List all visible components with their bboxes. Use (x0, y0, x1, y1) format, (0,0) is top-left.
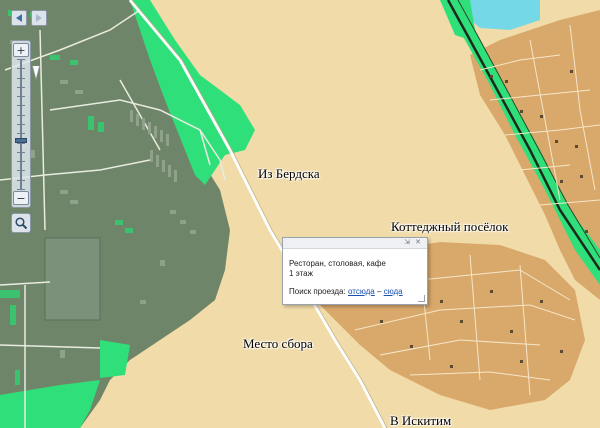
zoom-tick (17, 143, 25, 144)
zoom-tick (17, 180, 25, 181)
zoom-tick (17, 133, 25, 134)
field (44, 237, 101, 321)
route-separator: – (377, 287, 382, 296)
zoom-tick (17, 124, 25, 125)
pan-right-button[interactable] (31, 10, 47, 26)
zoom-tick (17, 115, 25, 116)
zoom-in-button[interactable]: + (13, 43, 29, 57)
magnifier-button[interactable] (11, 213, 31, 233)
route-from-here-link[interactable]: отсюда (348, 287, 375, 296)
zoom-tick (17, 161, 25, 162)
route-label: Поиск проезда: (289, 287, 346, 296)
label-to-iskitim: В Искитим (390, 413, 452, 428)
zoom-tick (17, 59, 25, 60)
zoom-tick (17, 189, 25, 190)
label-meeting-point: Место сбора (243, 336, 313, 351)
popup-floor: 1 этаж (289, 269, 313, 278)
label-cottage-village: Коттеджный посёлок (391, 219, 509, 234)
close-icon[interactable]: ✕ (414, 238, 422, 247)
pin-icon[interactable]: ⇲ (403, 238, 411, 247)
zoom-tick (17, 152, 25, 153)
arrow-right-icon (36, 14, 42, 22)
popup-pointer-inner (33, 66, 39, 78)
zoom-tick (17, 170, 25, 171)
zoom-tick (17, 105, 25, 106)
zoom-out-button[interactable]: − (13, 191, 29, 205)
label-from-berdsk: Из Бердска (258, 166, 320, 181)
map-canvas[interactable]: Из Бердска Коттеджный посёлок Место сбор… (0, 0, 600, 428)
zoom-tick (17, 87, 25, 88)
route-to-here-link[interactable]: сюда (384, 287, 403, 296)
zoom-slider-thumb[interactable] (15, 138, 27, 143)
zoom-tick (17, 96, 25, 97)
zoom-tick (17, 68, 25, 69)
popup-resize-handle[interactable] (418, 295, 425, 302)
zoom-tick (17, 78, 25, 79)
magnifier-icon (15, 217, 28, 230)
pan-left-button[interactable] (11, 10, 27, 26)
zoom-control[interactable]: + − (11, 40, 31, 208)
info-popup: ⇲ ✕ Ресторан, столовая, кафе 1 этаж Поис… (282, 237, 428, 305)
arrow-left-icon (16, 14, 22, 22)
map-background (0, 0, 600, 428)
popup-header: ⇲ ✕ (283, 238, 427, 249)
popup-place-type: Ресторан, столовая, кафе (289, 259, 386, 268)
popup-route-search: Поиск проезда: отсюда – сюда (289, 287, 403, 296)
